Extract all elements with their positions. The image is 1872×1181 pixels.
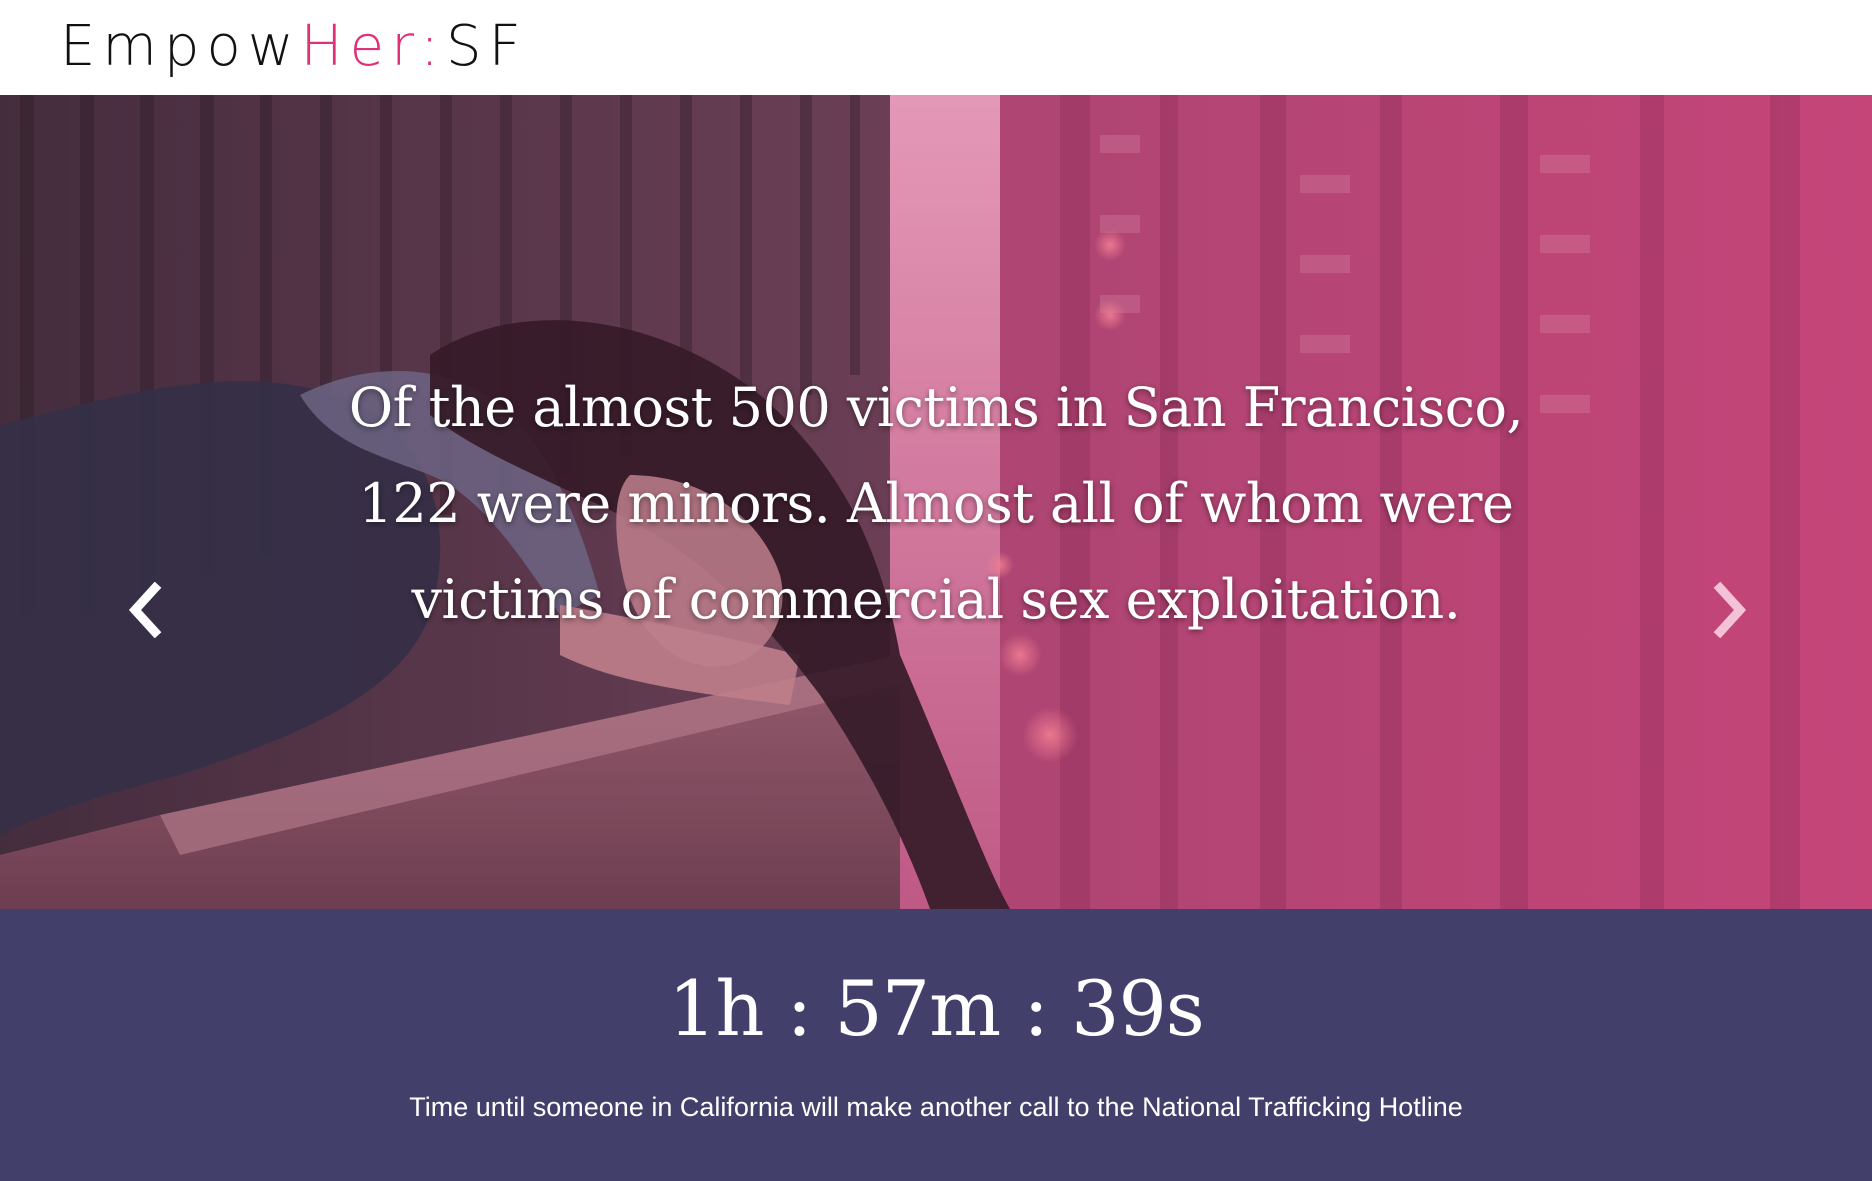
slide-caption: Of the almost 500 victims in San Francis… xyxy=(348,376,1524,631)
site-header: EmpowHer:SF xyxy=(0,0,1872,95)
hero-carousel: Of the almost 500 victims in San Francis… xyxy=(0,95,1872,909)
chevron-left-icon xyxy=(128,582,162,638)
carousel-prev-button[interactable] xyxy=(115,575,175,645)
countdown-section: 1h : 57m : 39s Time until someone in Cal… xyxy=(0,909,1872,1181)
chevron-right-icon xyxy=(1713,582,1747,638)
site-logo[interactable]: EmpowHer:SF xyxy=(60,12,528,82)
logo-text-her: Her: xyxy=(300,14,447,79)
carousel-next-button[interactable] xyxy=(1700,575,1760,645)
countdown-caption: Time until someone in California will ma… xyxy=(409,1092,1463,1122)
logo-text-empow: Empow xyxy=(60,14,301,79)
countdown-timer: 1h : 57m : 39s xyxy=(668,964,1205,1053)
logo-text-sf: SF xyxy=(446,14,528,79)
